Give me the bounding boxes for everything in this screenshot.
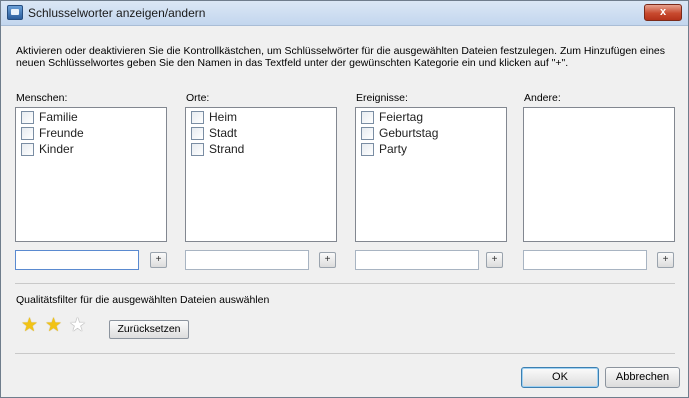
keywords-dialog: Schlusselworter anzeigen/andern x Aktivi… xyxy=(0,0,689,398)
plus-icon: + xyxy=(491,254,498,265)
keyword-item[interactable]: Party xyxy=(356,140,506,156)
new-keyword-input-andere[interactable] xyxy=(523,250,647,270)
keyword-list-andere[interactable] xyxy=(523,107,675,242)
reset-button[interactable]: Zurücksetzen xyxy=(109,320,189,339)
keyword-checkbox[interactable] xyxy=(361,127,374,140)
star-icon[interactable]: ★ xyxy=(45,315,62,337)
keyword-item[interactable]: Kinder xyxy=(16,140,166,156)
quality-filter-label: Qualitätsfilter für die ausgewählten Dat… xyxy=(16,294,270,306)
keyword-item[interactable]: Heim xyxy=(186,108,336,124)
keyword-item[interactable]: Strand xyxy=(186,140,336,156)
keyword-checkbox[interactable] xyxy=(21,143,34,156)
add-keyword-button-ereignisse[interactable]: + xyxy=(486,252,503,268)
close-icon: x xyxy=(659,6,667,18)
add-keyword-button-orte[interactable]: + xyxy=(319,252,336,268)
keyword-item[interactable]: Stadt xyxy=(186,124,336,140)
keyword-label: Heim xyxy=(209,110,238,124)
new-keyword-input-menschen[interactable] xyxy=(15,250,139,270)
keyword-item[interactable]: Freunde xyxy=(16,124,166,140)
keyword-checkbox[interactable] xyxy=(361,111,374,124)
star-icon[interactable]: ★ xyxy=(21,315,38,337)
column-label-andere: Andere: xyxy=(524,92,561,104)
ok-button[interactable]: OK xyxy=(521,367,599,388)
keyword-checkbox[interactable] xyxy=(21,111,34,124)
close-button[interactable]: x xyxy=(644,4,682,21)
keyword-checkbox[interactable] xyxy=(191,111,204,124)
add-keyword-button-andere[interactable]: + xyxy=(657,252,674,268)
add-keyword-button-menschen[interactable]: + xyxy=(150,252,167,268)
keyword-item[interactable]: Familie xyxy=(16,108,166,124)
keyword-list-ereignisse[interactable]: Feiertag Geburtstag Party xyxy=(355,107,507,242)
keyword-label: Freunde xyxy=(39,126,84,140)
keyword-list-menschen[interactable]: Familie Freunde Kinder xyxy=(15,107,167,242)
column-label-menschen: Menschen: xyxy=(16,92,68,104)
keyword-label: Familie xyxy=(39,110,78,124)
keyword-checkbox[interactable] xyxy=(21,127,34,140)
keyword-item[interactable]: Geburtstag xyxy=(356,124,506,140)
keyword-item[interactable]: Feiertag xyxy=(356,108,506,124)
instructions-text: Aktivieren oder deaktivieren Sie die Kon… xyxy=(16,45,666,69)
plus-icon: + xyxy=(155,254,162,265)
keyword-label: Feiertag xyxy=(379,110,424,124)
keyword-label: Party xyxy=(379,142,408,156)
column-label-ereignisse: Ereignisse: xyxy=(356,92,408,104)
new-keyword-input-ereignisse[interactable] xyxy=(355,250,479,270)
keyword-label: Geburtstag xyxy=(379,126,439,140)
plus-icon: + xyxy=(662,254,669,265)
keyword-checkbox[interactable] xyxy=(361,143,374,156)
separator xyxy=(15,353,675,354)
plus-icon: + xyxy=(324,254,331,265)
keyword-label: Strand xyxy=(209,142,245,156)
separator xyxy=(15,283,675,284)
keyword-label: Stadt xyxy=(209,126,238,140)
keyword-checkbox[interactable] xyxy=(191,143,204,156)
column-label-orte: Orte: xyxy=(186,92,210,104)
keyword-list-orte[interactable]: Heim Stadt Strand xyxy=(185,107,337,242)
keyword-label: Kinder xyxy=(39,142,74,156)
cancel-button[interactable]: Abbrechen xyxy=(605,367,680,388)
star-outline-icon[interactable]: ★ xyxy=(69,315,86,337)
window-title: Schlusselworter anzeigen/andern xyxy=(28,6,206,20)
title-bar[interactable]: Schlusselworter anzeigen/andern x xyxy=(1,1,688,26)
keyword-checkbox[interactable] xyxy=(191,127,204,140)
new-keyword-input-orte[interactable] xyxy=(185,250,309,270)
app-icon xyxy=(7,5,23,20)
